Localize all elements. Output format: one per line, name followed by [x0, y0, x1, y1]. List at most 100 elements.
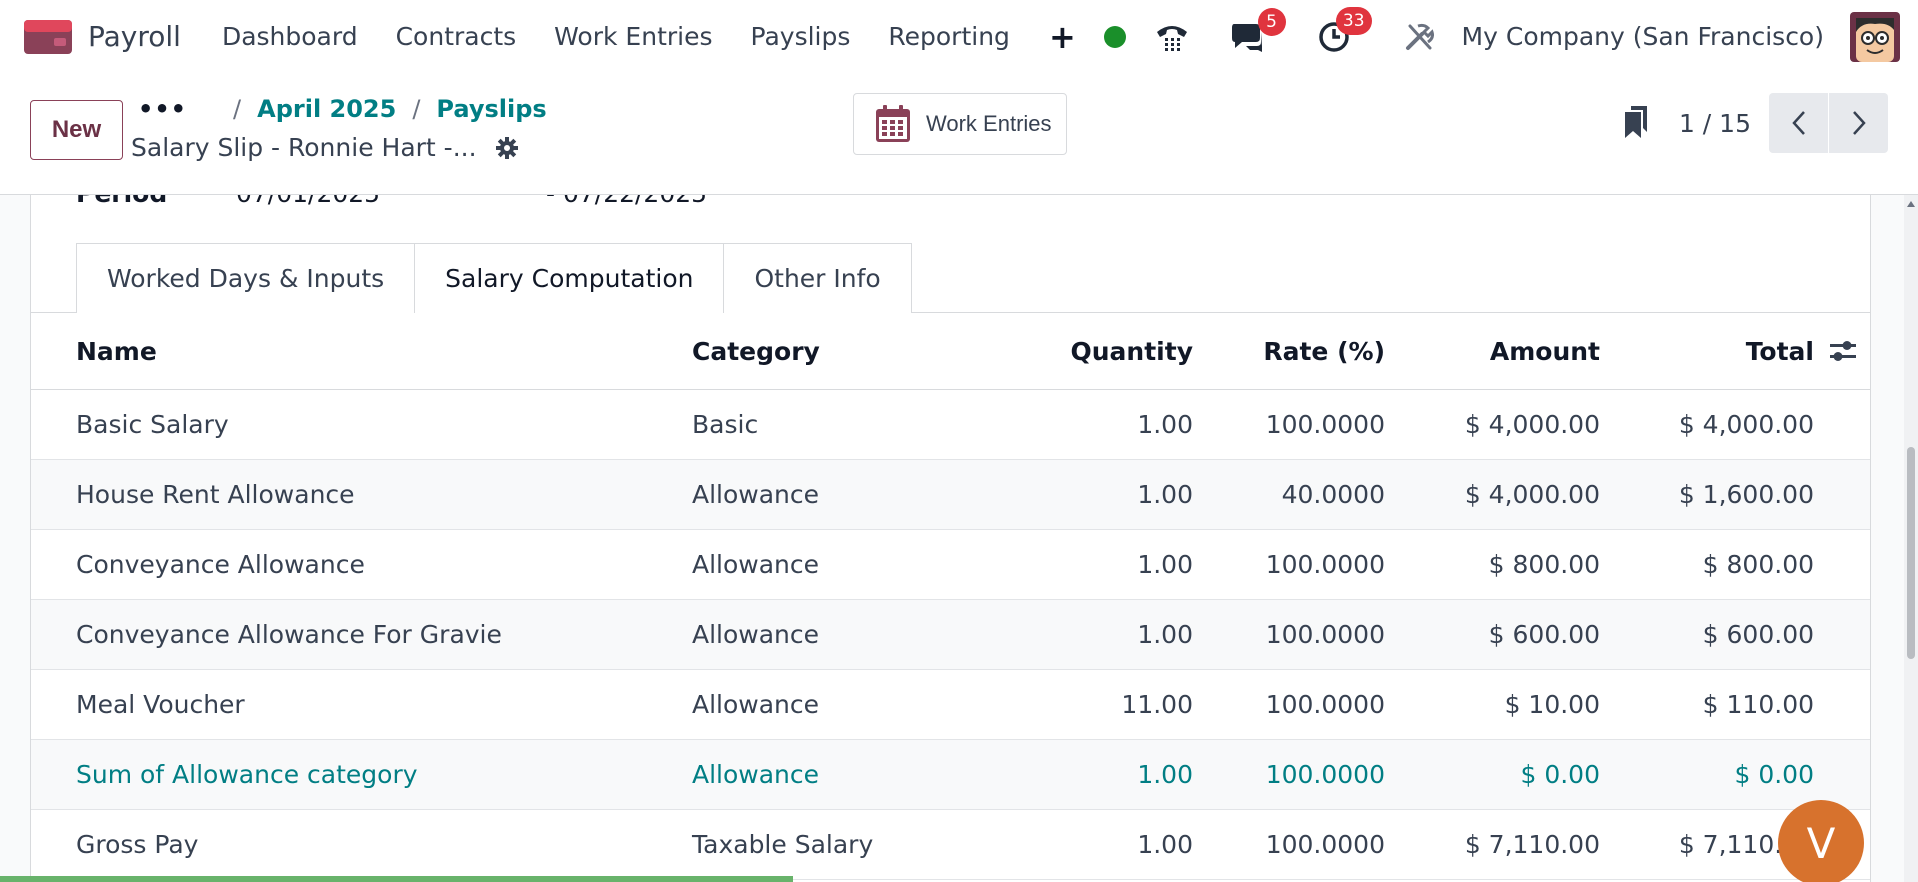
- pager-previous-button[interactable]: [1769, 93, 1828, 153]
- cell-name: House Rent Allowance: [76, 480, 355, 509]
- cell-category: Allowance: [692, 550, 820, 579]
- scrollbar-thumb[interactable]: [1907, 447, 1915, 659]
- table-body: Basic Salary Basic 1.00 100.0000 $ 4,000…: [31, 390, 1870, 880]
- cell-category: Allowance: [692, 690, 820, 719]
- cell-category: Taxable Salary: [692, 830, 874, 859]
- cell-quantity: 1.00: [1137, 550, 1193, 579]
- cell-quantity: 1.00: [1137, 620, 1193, 649]
- gear-icon[interactable]: [495, 136, 519, 160]
- breadcrumb-more-icon[interactable]: •••: [138, 95, 187, 123]
- salary-computation-table: Name Category Quantity Rate (%) Amount T…: [31, 313, 1870, 880]
- cell-rate: 100.0000: [1265, 410, 1385, 439]
- work-entries-label: Work Entries: [926, 111, 1052, 136]
- calendar-icon: [876, 105, 910, 142]
- messages-icon[interactable]: 5: [1230, 7, 1286, 52]
- cell-category: Allowance: [692, 480, 820, 509]
- pager-next-button[interactable]: [1829, 93, 1888, 153]
- app-name[interactable]: Payroll: [88, 20, 181, 53]
- new-button[interactable]: New: [30, 100, 123, 160]
- bookmark-icon[interactable]: [1623, 104, 1649, 142]
- tab-worked-days-inputs[interactable]: Worked Days & Inputs: [76, 243, 416, 313]
- table-row[interactable]: Meal Voucher Allowance 11.00 100.0000 $ …: [31, 670, 1870, 740]
- cell-amount: $ 4,000.00: [1464, 410, 1600, 439]
- cell-total: $ 0.00: [1734, 760, 1814, 789]
- cell-total: $ 110.00: [1702, 690, 1814, 719]
- chevron-right-icon: [1852, 111, 1866, 135]
- livechat-bubble[interactable]: V: [1778, 800, 1864, 882]
- pager: 1 / 15: [1623, 93, 1888, 153]
- work-entries-smart-button[interactable]: Work Entries: [853, 93, 1067, 155]
- breadcrumb-separator: /: [233, 95, 242, 123]
- cell-rate: 100.0000: [1265, 830, 1385, 859]
- cell-category: Allowance: [692, 760, 820, 789]
- systray: 5 33 My Company (San Francisco): [1090, 0, 1900, 73]
- company-switcher[interactable]: My Company (San Francisco): [1462, 22, 1824, 51]
- menu-work-entries[interactable]: Work Entries: [535, 22, 731, 51]
- cell-name: Sum of Allowance category: [76, 760, 418, 789]
- messages-badge: 5: [1257, 7, 1286, 36]
- menu-dashboard[interactable]: Dashboard: [203, 22, 377, 51]
- tab-other-info[interactable]: Other Info: [723, 243, 912, 313]
- breadcrumb-payslips[interactable]: Payslips: [436, 95, 546, 123]
- column-header-category[interactable]: Category: [692, 337, 933, 366]
- column-header-rate[interactable]: Rate (%): [1193, 337, 1385, 366]
- cell-quantity: 11.00: [1121, 690, 1193, 719]
- table-row[interactable]: Conveyance Allowance Allowance 1.00 100.…: [31, 530, 1870, 600]
- optional-columns-toggle[interactable]: [1814, 339, 1870, 363]
- cell-quantity: 1.00: [1137, 480, 1193, 509]
- plus-icon[interactable]: +: [1029, 21, 1096, 53]
- cell-total: $ 1,600.00: [1678, 480, 1814, 509]
- period-end-date[interactable]: - 07/22/2025: [546, 195, 707, 208]
- column-header-total[interactable]: Total: [1600, 337, 1814, 366]
- table-row[interactable]: House Rent Allowance Allowance 1.00 40.0…: [31, 460, 1870, 530]
- cell-quantity: 1.00: [1137, 830, 1193, 859]
- page-scrollbar[interactable]: [1904, 195, 1918, 882]
- menu-payslips[interactable]: Payslips: [732, 22, 870, 51]
- cell-name: Gross Pay: [76, 830, 199, 859]
- scroll-up-arrow-icon[interactable]: [1907, 201, 1915, 207]
- user-avatar[interactable]: [1850, 11, 1900, 62]
- payroll-app-icon[interactable]: [24, 18, 72, 56]
- loading-progress-bar: [0, 876, 793, 882]
- tools-icon[interactable]: [1404, 22, 1434, 52]
- cell-amount: $ 800.00: [1488, 550, 1600, 579]
- pager-value[interactable]: 1 / 15: [1679, 109, 1751, 138]
- cell-name: Basic Salary: [76, 410, 229, 439]
- cell-rate: 100.0000: [1265, 690, 1385, 719]
- table-row[interactable]: Basic Salary Basic 1.00 100.0000 $ 4,000…: [31, 390, 1870, 460]
- cell-name: Conveyance Allowance For Gravie: [76, 620, 502, 649]
- breadcrumb-separator: /: [412, 95, 421, 123]
- menu-reporting[interactable]: Reporting: [869, 22, 1029, 51]
- cell-amount: $ 7,110.00: [1464, 830, 1600, 859]
- cell-category: Basic: [692, 410, 759, 439]
- table-row[interactable]: Conveyance Allowance For Gravie Allowanc…: [31, 600, 1870, 670]
- table-header: Name Category Quantity Rate (%) Amount T…: [31, 313, 1870, 390]
- breadcrumb: ••• / April 2025 / Payslips: [138, 95, 547, 123]
- table-row[interactable]: Gross Pay Taxable Salary 1.00 100.0000 $…: [31, 810, 1870, 880]
- cell-amount: $ 600.00: [1488, 620, 1600, 649]
- table-row[interactable]: Sum of Allowance category Allowance 1.00…: [31, 740, 1870, 810]
- menu-contracts[interactable]: Contracts: [377, 22, 536, 51]
- sliders-icon: [1830, 341, 1856, 361]
- column-header-quantity[interactable]: Quantity: [933, 337, 1194, 366]
- tab-salary-computation[interactable]: Salary Computation: [414, 243, 725, 313]
- top-navbar: Payroll Dashboard Contracts Work Entries…: [0, 0, 1918, 73]
- breadcrumb-april-2025[interactable]: April 2025: [257, 95, 396, 123]
- cell-quantity: 1.00: [1137, 760, 1193, 789]
- period-start-date[interactable]: 07/01/2025: [236, 195, 546, 208]
- column-header-amount[interactable]: Amount: [1385, 337, 1600, 366]
- cell-name: Conveyance Allowance: [76, 550, 365, 579]
- phone-icon[interactable]: [1154, 20, 1190, 54]
- cell-total: $ 600.00: [1702, 620, 1814, 649]
- record-title: Salary Slip - Ronnie Hart -...: [131, 133, 477, 162]
- column-header-name[interactable]: Name: [31, 337, 692, 366]
- main-menu: Dashboard Contracts Work Entries Payslip…: [203, 21, 1096, 53]
- activity-clock-icon[interactable]: 33: [1318, 6, 1372, 53]
- cell-rate: 40.0000: [1281, 480, 1385, 509]
- cell-name: Meal Voucher: [76, 690, 245, 719]
- online-status-icon[interactable]: [1103, 25, 1126, 48]
- cell-rate: 100.0000: [1265, 760, 1385, 789]
- cell-amount: $ 4,000.00: [1464, 480, 1600, 509]
- form-sheet: Period 07/01/2025 - 07/22/2025 Worked Da…: [30, 195, 1871, 882]
- cell-quantity: 1.00: [1137, 410, 1193, 439]
